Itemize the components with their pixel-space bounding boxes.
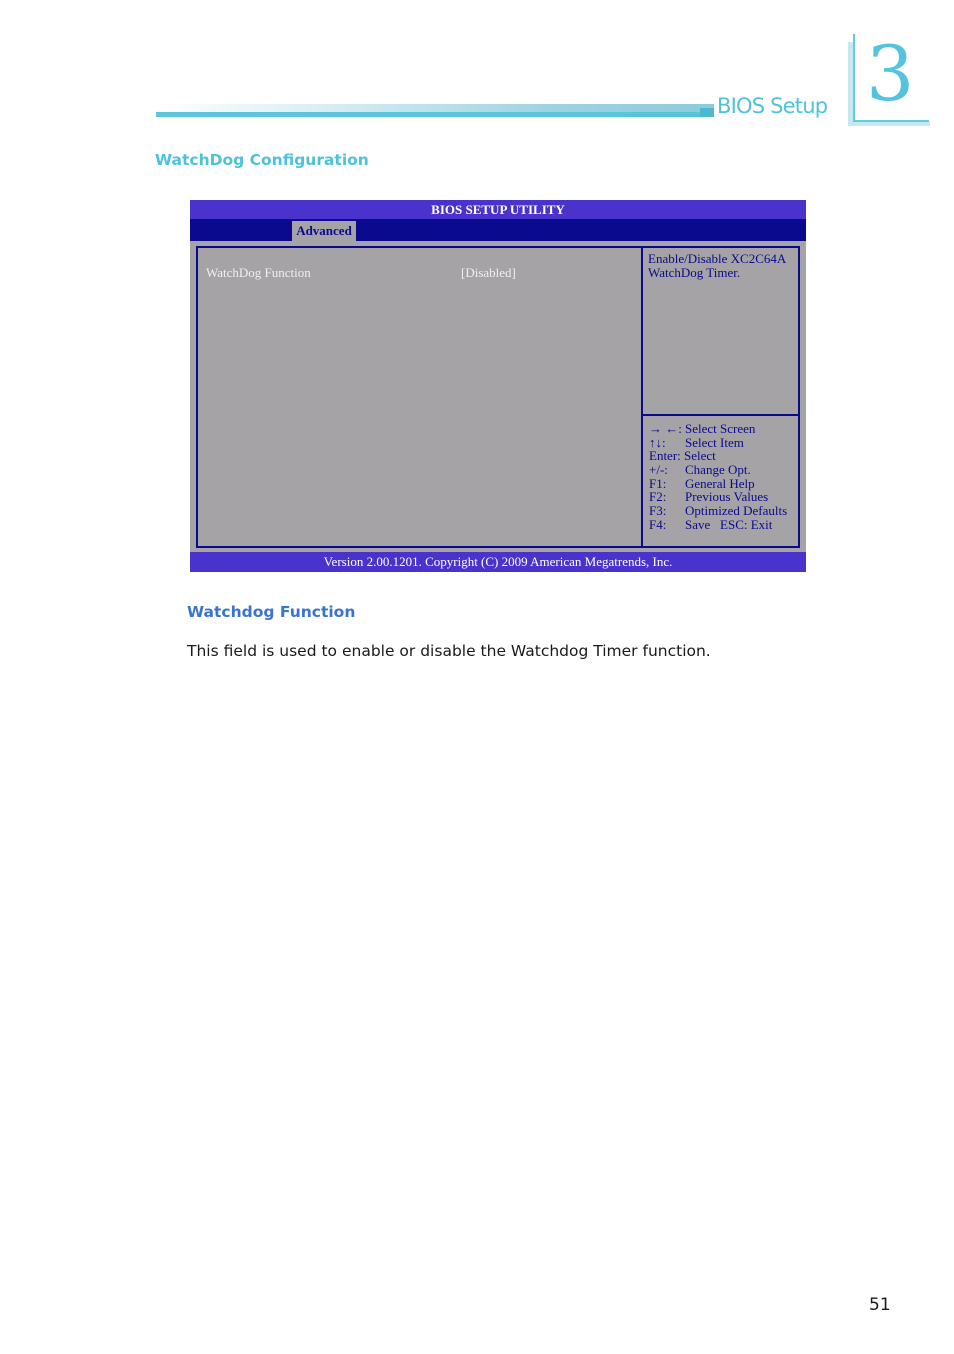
- key-legend-item: → ←: Select Screen: [649, 421, 755, 436]
- bios-footer: Version 2.00.1201. Copyright (C) 2009 Am…: [190, 552, 806, 572]
- header-rule: [156, 112, 714, 117]
- key-description: Change Opt.: [685, 462, 751, 478]
- option-value[interactable]: [Disabled]: [461, 265, 516, 281]
- key-name: F3:: [649, 503, 667, 519]
- key-legend-item: F3: Optimized Defaults: [649, 503, 787, 519]
- key-legend-item: F4: Save ESC: Exit: [649, 516, 772, 532]
- subsection-title: Watchdog Function: [187, 603, 356, 621]
- key-legend-item: F1: General Help: [649, 475, 755, 491]
- key-legend-item: Enter: Select: [649, 449, 716, 463]
- chapter-number: 3: [866, 29, 915, 118]
- key-name: +/-:: [649, 462, 668, 478]
- chapter-box-line-vertical: [853, 34, 855, 122]
- key-description: Save ESC: Exit: [685, 516, 773, 532]
- header-gradient-bar: [156, 104, 714, 112]
- key-legend-item: F2: Previous Values: [649, 489, 768, 505]
- chapter-number-box: 3: [848, 30, 930, 126]
- option-label: WatchDog Function: [206, 265, 311, 280]
- key-name: F1:: [649, 475, 667, 491]
- key-legend: → ←: Select Screen ↑↓: Select Item Enter: …: [649, 421, 787, 532]
- tab-advanced[interactable]: Advanced: [292, 221, 356, 241]
- bios-tab-bar: Advanced: [190, 219, 806, 241]
- chapter-box-line-horizontal: [853, 120, 929, 122]
- key-legend-item: +/-: Change Opt.: [649, 462, 751, 478]
- key-description: Select Item: [685, 434, 744, 450]
- key-name: → ←:: [649, 421, 682, 436]
- bios-options-panel: WatchDog Function [Disabled]: [196, 246, 642, 548]
- key-description: General Help: [685, 475, 755, 491]
- key-description: Previous Values: [685, 489, 769, 505]
- section-title: WatchDog Configuration: [155, 151, 369, 169]
- page-number: 51: [869, 1295, 891, 1315]
- header-rule-cap: [700, 108, 714, 117]
- chapter-title: BIOS Setup: [717, 94, 828, 118]
- key-legend-item: ↑↓: Select Item: [649, 434, 744, 450]
- key-description: Optimized Defaults: [685, 503, 788, 519]
- help-divider: [643, 414, 798, 416]
- bios-help-panel: Enable/Disable XC2C64A WatchDog Timer. →…: [641, 246, 800, 548]
- key-name: F2:: [649, 489, 667, 505]
- bios-screen: BIOS SETUP UTILITY Advanced WatchDog Fun…: [190, 200, 806, 572]
- key-description: Select Screen: [685, 421, 756, 436]
- key-name: F4:: [649, 516, 667, 532]
- subsection-description: This field is used to enable or disable …: [187, 642, 711, 660]
- key-name: ↑↓:: [649, 434, 666, 450]
- bios-title-bar: BIOS SETUP UTILITY: [190, 200, 806, 219]
- help-text: Enable/Disable XC2C64A WatchDog Timer.: [648, 251, 786, 280]
